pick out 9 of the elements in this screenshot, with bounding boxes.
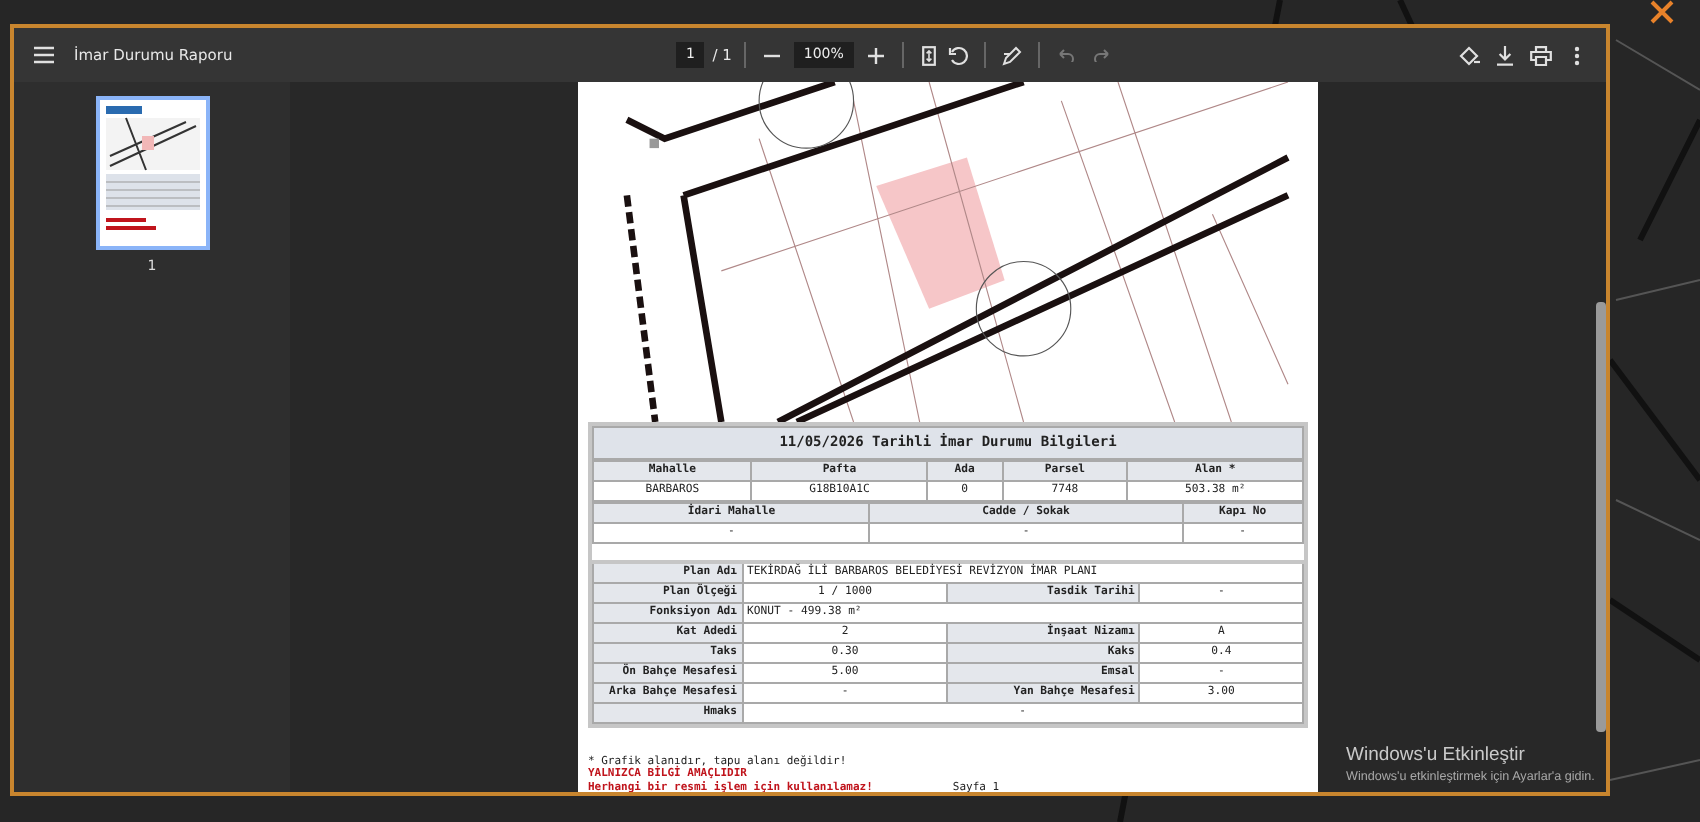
activation-title: Windows'u Etkinleştir (1346, 744, 1527, 766)
pen-icon[interactable] (997, 41, 1026, 69)
close-icon[interactable] (1648, 0, 1676, 24)
rotate-icon[interactable] (943, 41, 972, 69)
page-thumbnail[interactable] (95, 96, 209, 250)
scrollbar-thumb[interactable] (1596, 302, 1606, 732)
diamond-icon[interactable] (1454, 41, 1482, 69)
menu-icon[interactable] (30, 41, 58, 69)
print-icon[interactable] (1526, 41, 1554, 69)
